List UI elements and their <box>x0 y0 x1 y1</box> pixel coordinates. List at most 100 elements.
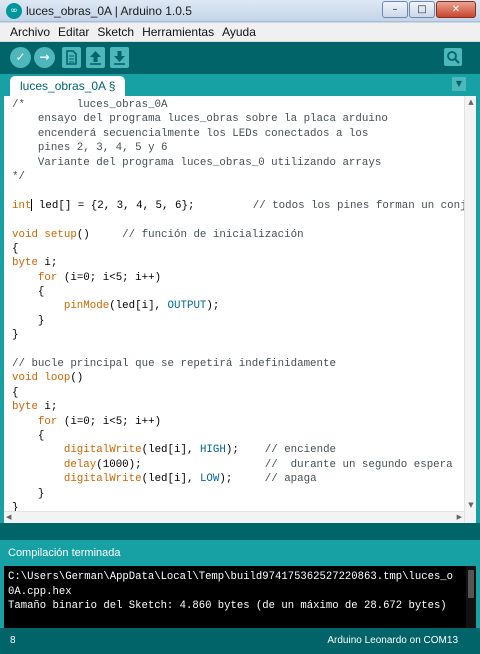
serial-monitor-button[interactable] <box>444 48 462 66</box>
code-token: // enciende <box>264 444 337 457</box>
toolbar: ✓ → <box>0 42 480 74</box>
console-scroll-thumb[interactable] <box>468 570 474 598</box>
scroll-left-arrow-icon[interactable]: ◀ <box>6 513 11 521</box>
status-bar: Compilación terminada <box>0 540 480 566</box>
upload-button[interactable]: → <box>34 47 55 68</box>
maximize-button[interactable]: □ <box>409 1 435 18</box>
code-line[interactable]: } <box>12 487 464 501</box>
code-line[interactable]: { <box>12 242 464 256</box>
scroll-down-arrow-icon[interactable]: ▼ <box>467 501 475 509</box>
code-line[interactable]: { <box>12 386 464 400</box>
code-line[interactable] <box>12 184 464 198</box>
minimize-button[interactable]: – <box>382 1 408 18</box>
close-button[interactable]: ✕ <box>436 1 476 18</box>
code-token: OUTPUT <box>167 300 207 313</box>
window-controls: – □ ✕ <box>381 1 476 18</box>
code-token: () <box>76 228 123 241</box>
code-line[interactable]: int led[] = {2, 3, 4, 5, 6}; // todos lo… <box>12 198 464 213</box>
tab-menu-button[interactable]: ▼ <box>452 77 466 91</box>
menu-archivo[interactable]: Archivo <box>6 25 54 39</box>
code-line[interactable]: byte i; <box>12 400 464 414</box>
code-token: loop <box>44 372 71 385</box>
scroll-right-arrow-icon[interactable]: ▶ <box>457 513 462 521</box>
code-token: encenderá secuencialmente los LEDs conec… <box>12 127 369 140</box>
chevron-down-icon: ▼ <box>455 79 463 88</box>
code-line[interactable]: void setup() // función de inicializació… <box>12 228 464 242</box>
code-token: ); <box>219 473 265 486</box>
code-line[interactable]: } <box>12 328 464 342</box>
code-token: (i=0; i<5; i++) <box>57 415 162 428</box>
code-token: (i=0; i<5; i++) <box>57 271 162 284</box>
code-token: setup <box>44 228 77 241</box>
code-token: delay <box>63 458 97 471</box>
menu-editar[interactable]: Editar <box>54 25 93 39</box>
new-document-icon <box>66 50 77 65</box>
code-token: void <box>12 372 38 385</box>
code-line[interactable]: */ <box>12 170 464 184</box>
magnifier-icon <box>447 51 460 64</box>
code-token: led[] = {2, 3, 4, 5, 6}; <box>32 199 253 212</box>
code-line[interactable]: pinMode(led[i], OUTPUT); <box>12 299 464 313</box>
verify-button[interactable]: ✓ <box>10 47 31 68</box>
code-token: /* luces_obras_0A <box>12 99 168 111</box>
code-line[interactable]: digitalWrite(led[i], LOW); // apaga <box>12 472 464 486</box>
editor-console-divider[interactable] <box>0 523 480 540</box>
menu-sketch[interactable]: Sketch <box>93 25 138 39</box>
code-token: ); <box>225 444 265 457</box>
code-line[interactable]: void loop() <box>12 371 464 385</box>
code-line[interactable]: ensayo del programa luces_obras sobre la… <box>12 112 464 126</box>
right-arrow-icon: → <box>39 50 50 64</box>
code-token: // durante un segundo espera <box>264 458 453 471</box>
code-line[interactable]: { <box>12 285 464 299</box>
code-editor[interactable]: /* luces_obras_0A ensayo del programa lu… <box>0 96 480 523</box>
arduino-logo-icon: ∞ <box>6 3 22 19</box>
code-line[interactable]: Variante del programa luces_obras_0 util… <box>12 156 464 170</box>
code-token: pinMode <box>63 300 110 313</box>
title-bar[interactable]: ∞ luces_obras_0A | Arduino 1.0.5 – □ ✕ <box>0 0 480 22</box>
code-token: } <box>12 329 19 342</box>
code-token: // todos los pines forman un conjunto <box>252 199 464 212</box>
code-line[interactable]: pines 2, 3, 4, 5 y 6 <box>12 141 464 155</box>
code-token: } <box>12 487 45 500</box>
code-token: // apaga <box>264 473 317 486</box>
code-token: i; <box>37 401 58 414</box>
menu-ayuda[interactable]: Ayuda <box>218 25 260 39</box>
code-line[interactable]: for (i=0; i<5; i++) <box>12 415 464 429</box>
scroll-up-arrow-icon[interactable]: ▲ <box>467 98 475 106</box>
editor-vertical-scrollbar[interactable]: ▲ ▼ <box>464 96 476 523</box>
tab-strip: luces_obras_0A § ▼ <box>0 74 480 96</box>
editor-horizontal-scrollbar[interactable]: ◀ ▶ <box>4 511 464 523</box>
tab-luces-obras[interactable]: luces_obras_0A § <box>10 76 126 96</box>
code-token: LOW <box>199 473 220 486</box>
menu-herramientas[interactable]: Herramientas <box>138 25 218 39</box>
code-line[interactable]: encenderá secuencialmente los LEDs conec… <box>12 127 464 141</box>
code-line[interactable]: delay(1000); // durante un segundo esper… <box>12 458 464 472</box>
code-token: i; <box>37 257 58 270</box>
code-token: // bucle principal que se repetirá indef… <box>12 358 336 371</box>
code-line[interactable] <box>12 213 464 227</box>
console-scrollbar[interactable] <box>466 566 476 628</box>
code-line[interactable]: byte i; <box>12 256 464 270</box>
console-output[interactable]: C:\Users\German\AppData\Local\Temp\build… <box>0 566 480 628</box>
code-line[interactable]: digitalWrite(led[i], HIGH); // enciende <box>12 443 464 457</box>
code-line[interactable]: for (i=0; i<5; i++) <box>12 271 464 285</box>
console-line: 0A.cpp.hex <box>8 585 72 598</box>
open-button[interactable] <box>86 47 105 68</box>
code-line[interactable] <box>12 343 464 357</box>
save-button[interactable] <box>110 47 129 68</box>
code-token: byte <box>12 401 38 414</box>
code-line[interactable]: { <box>12 429 464 443</box>
save-down-arrow-icon <box>114 51 125 65</box>
code-area[interactable]: /* luces_obras_0A ensayo del programa lu… <box>12 98 464 515</box>
code-token: int <box>12 199 32 212</box>
code-line[interactable]: /* luces_obras_0A <box>12 98 464 112</box>
code-token: for <box>37 415 58 428</box>
code-token: } <box>12 314 45 327</box>
code-token: */ <box>12 170 25 183</box>
code-line[interactable]: // bucle principal que se repetirá indef… <box>12 357 464 371</box>
console-text: C:\Users\German\AppData\Local\Temp\build… <box>8 570 454 614</box>
code-line[interactable]: } <box>12 314 464 328</box>
new-button[interactable] <box>62 47 81 68</box>
